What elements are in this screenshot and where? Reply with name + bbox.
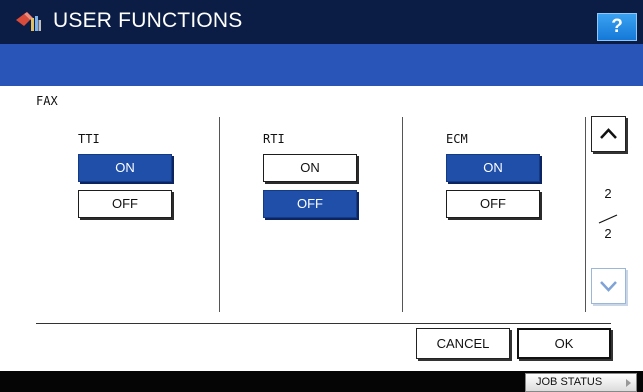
help-button[interactable]: ?: [597, 13, 637, 41]
ecm-off-button[interactable]: OFF: [446, 190, 540, 218]
page-up-button[interactable]: [591, 116, 626, 152]
column-divider: [585, 117, 586, 312]
ok-button[interactable]: OK: [517, 328, 611, 359]
ecm-on-button[interactable]: ON: [446, 154, 540, 182]
chevron-down-icon: [592, 281, 625, 307]
page-title: USER FUNCTIONS: [53, 9, 243, 32]
title-bar: USER FUNCTIONS ?: [0, 0, 643, 44]
action-divider: [36, 323, 611, 324]
page-down-button[interactable]: [591, 268, 626, 304]
ecm-label: ECM: [446, 132, 468, 146]
column-divider: [402, 117, 403, 312]
chevron-up-icon: [592, 128, 625, 155]
rti-off-button[interactable]: OFF: [263, 190, 357, 218]
job-status-label: JOB STATUS: [536, 376, 603, 388]
tti-on-button[interactable]: ON: [78, 154, 172, 182]
page-total: 2: [604, 226, 612, 241]
page-current: 2: [604, 186, 612, 201]
column-divider: [219, 117, 220, 312]
tti-off-button[interactable]: OFF: [78, 190, 172, 218]
section-label: FAX: [36, 94, 58, 108]
message-bar: [0, 44, 643, 86]
rti-on-button[interactable]: ON: [263, 154, 357, 182]
user-functions-icon: [14, 10, 42, 34]
triangle-right-icon: [626, 379, 631, 387]
rti-label: RTI: [263, 132, 285, 146]
job-status-button[interactable]: JOB STATUS: [525, 373, 637, 392]
cancel-button[interactable]: CANCEL: [416, 328, 510, 359]
tti-label: TTI: [78, 132, 100, 146]
